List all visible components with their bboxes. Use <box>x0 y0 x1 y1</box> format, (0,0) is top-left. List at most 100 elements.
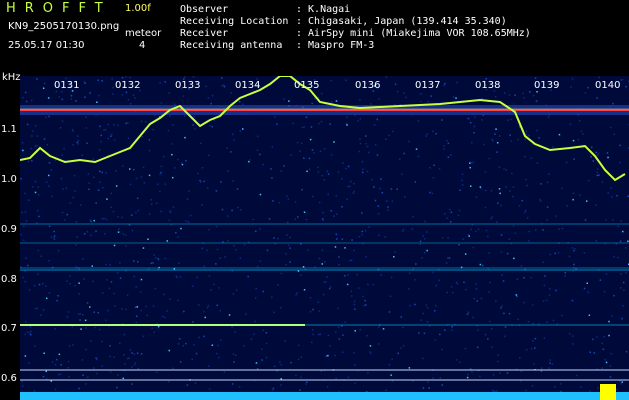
noise-speck <box>177 299 179 302</box>
noise-speck <box>160 102 163 104</box>
noise-speck <box>613 256 615 258</box>
noise-speck <box>126 357 129 360</box>
noise-speck <box>536 91 538 93</box>
noise-speck <box>455 97 457 99</box>
noise-speck <box>491 346 493 348</box>
noise-speck <box>540 200 542 202</box>
noise-speck <box>48 185 50 187</box>
noise-speck <box>24 355 27 357</box>
noise-speck <box>491 216 493 218</box>
noise-speck <box>417 155 420 158</box>
noise-speck <box>468 235 470 237</box>
noise-speck <box>259 228 261 230</box>
noise-speck <box>428 387 430 389</box>
noise-speck <box>321 249 324 251</box>
noise-speck <box>540 370 543 373</box>
noise-speck <box>359 118 362 120</box>
noise-speck <box>77 135 79 137</box>
noise-speck <box>85 327 87 329</box>
noise-speck <box>107 137 109 140</box>
noise-speck <box>25 321 27 323</box>
noise-speck <box>525 178 527 181</box>
noise-speck <box>491 138 493 141</box>
noise-speck <box>466 376 469 379</box>
noise-speck <box>271 177 273 179</box>
noise-speck <box>421 257 423 259</box>
noise-speck <box>552 146 554 148</box>
noise-speck <box>57 295 59 297</box>
noise-speck <box>121 94 123 96</box>
noise-speck <box>296 292 298 294</box>
noise-speck <box>400 316 402 318</box>
noise-speck <box>301 126 304 129</box>
noise-speck <box>131 383 133 385</box>
location-label: Receiving Location <box>180 16 289 27</box>
noise-speck <box>415 148 418 150</box>
noise-speck <box>597 152 600 155</box>
noise-speck <box>497 354 499 356</box>
noise-speck <box>83 278 85 280</box>
noise-speck <box>129 76 131 79</box>
noise-speck <box>450 286 453 288</box>
noise-speck <box>548 173 550 175</box>
noise-speck <box>422 235 424 237</box>
noise-speck <box>163 293 165 296</box>
noise-speck <box>297 344 300 347</box>
noise-speck <box>625 272 627 274</box>
noise-speck <box>177 343 180 345</box>
noise-speck <box>289 236 291 239</box>
noise-speck <box>337 307 339 310</box>
noise-speck <box>48 162 51 164</box>
noise-speck <box>87 376 89 378</box>
noise-speck <box>351 295 353 297</box>
noise-speck <box>95 230 97 232</box>
noise-speck <box>197 172 199 175</box>
noise-speck <box>518 205 521 207</box>
noise-speck <box>58 353 61 356</box>
noise-speck <box>66 280 68 282</box>
noise-speck <box>487 338 489 340</box>
noise-speck <box>255 287 257 290</box>
noise-speck <box>27 264 29 267</box>
noise-speck <box>143 182 145 184</box>
noise-speck <box>148 174 151 177</box>
noise-speck <box>341 238 344 240</box>
noise-speck <box>134 306 137 308</box>
noise-speck <box>249 159 251 161</box>
noise-speck <box>110 206 112 209</box>
noise-speck <box>303 126 305 128</box>
noise-speck <box>145 305 147 308</box>
noise-speck <box>36 144 38 147</box>
noise-speck <box>99 125 101 128</box>
noise-speck <box>354 364 356 366</box>
noise-speck <box>470 228 472 231</box>
noise-speck <box>93 311 95 313</box>
noise-speck <box>54 388 57 391</box>
noise-speck <box>377 213 380 215</box>
x-tick: 0138 <box>475 80 501 91</box>
noise-speck <box>77 143 79 145</box>
noise-speck <box>208 229 210 231</box>
noise-speck <box>318 257 321 260</box>
noise-speck <box>577 138 580 141</box>
noise-speck <box>129 168 131 170</box>
noise-speck <box>34 345 36 347</box>
noise-speck <box>75 100 77 102</box>
noise-speck <box>205 85 207 88</box>
noise-speck <box>507 119 509 121</box>
noise-speck <box>616 195 618 197</box>
noise-speck <box>335 213 338 215</box>
noise-speck <box>378 234 380 237</box>
noise-speck <box>93 367 95 369</box>
noise-speck <box>566 205 568 207</box>
noise-speck <box>42 375 45 378</box>
noise-speck <box>45 370 47 373</box>
noise-speck <box>320 92 323 95</box>
noise-speck <box>256 368 259 370</box>
noise-speck <box>596 168 599 170</box>
noise-speck <box>137 261 139 263</box>
noise-speck <box>183 76 186 78</box>
receiver-label: Receiver <box>180 28 229 39</box>
noise-speck <box>423 238 426 240</box>
noise-speck <box>504 326 507 328</box>
